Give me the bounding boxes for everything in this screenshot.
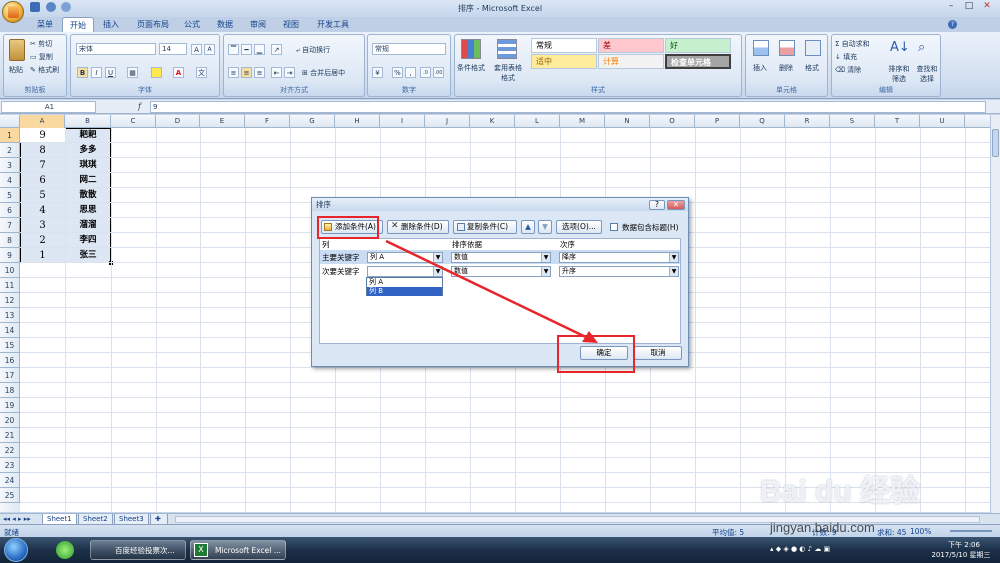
office-button[interactable] xyxy=(2,1,24,23)
watermark-url: jingyan.baidu.com xyxy=(770,520,875,535)
watermark-logo: Bai du 经验 xyxy=(760,475,921,508)
arrow-line xyxy=(385,239,593,342)
